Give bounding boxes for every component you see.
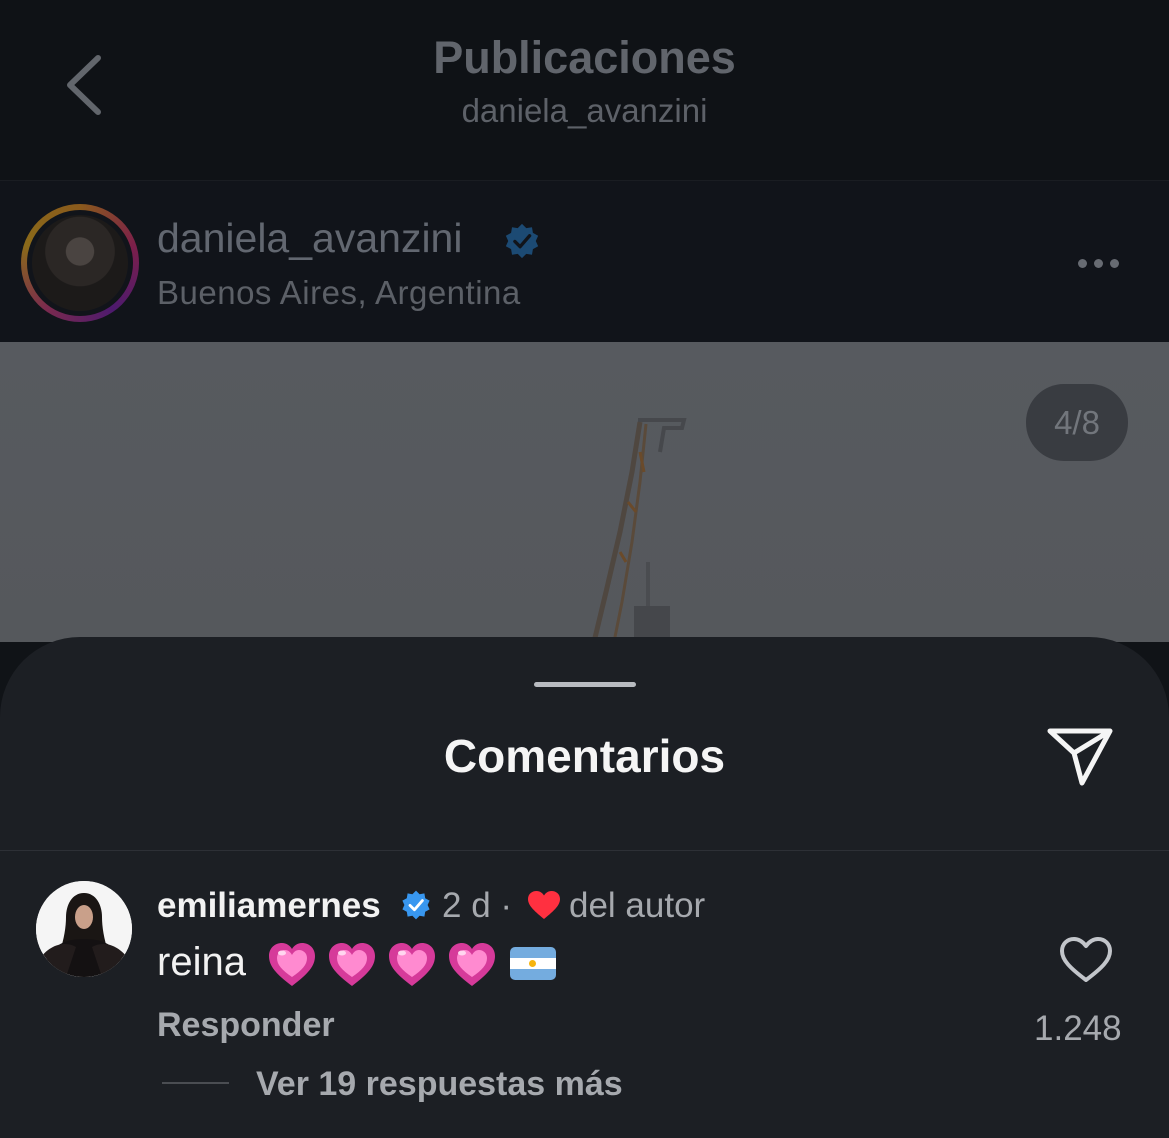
verified-badge-icon xyxy=(505,223,539,259)
author-like-heart-icon xyxy=(528,891,560,919)
more-options-icon[interactable] xyxy=(1078,255,1130,269)
post-username[interactable]: daniela_avanzini xyxy=(157,215,462,262)
pink-heart-icon xyxy=(389,943,435,986)
media-counter: 4/8 xyxy=(1026,384,1128,461)
like-heart-icon[interactable] xyxy=(1058,936,1114,984)
liked-by-author-label: del autor xyxy=(569,886,706,925)
comment-text: reina xyxy=(157,940,246,984)
argentina-flag-icon xyxy=(510,947,556,980)
pink-heart-icon xyxy=(269,943,315,986)
post-location[interactable]: Buenos Aires, Argentina xyxy=(157,274,521,312)
reply-button[interactable]: Responder xyxy=(157,1006,335,1045)
top-bar: Publicaciones daniela_avanzini xyxy=(0,0,1169,181)
story-ring[interactable] xyxy=(21,204,139,322)
commenter-avatar[interactable] xyxy=(36,881,132,977)
view-replies-button[interactable]: Ver 19 respuestas más xyxy=(256,1065,623,1104)
comment-username[interactable]: emiliamernes xyxy=(157,886,381,926)
divider xyxy=(0,850,1169,851)
page-subtitle: daniela_avanzini xyxy=(461,92,708,129)
comment-time: 2 d · xyxy=(442,886,513,925)
comments-sheet: Comentarios emiliamernes 2 d · del autor… xyxy=(0,637,1169,1138)
share-send-icon[interactable] xyxy=(1044,723,1116,789)
pink-heart-icon xyxy=(329,943,375,986)
avatar xyxy=(32,215,128,311)
post-image: 4/8 xyxy=(0,342,1169,642)
pink-heart-icon xyxy=(449,943,495,986)
drag-handle[interactable] xyxy=(534,682,636,687)
like-count: 1.248 xyxy=(1034,1009,1122,1048)
page-title: Publicaciones xyxy=(433,32,736,83)
replies-line xyxy=(162,1082,229,1084)
verified-badge-icon xyxy=(402,890,430,920)
crane-shape xyxy=(591,418,687,642)
post-header: daniela_avanzini Buenos Aires, Argentina xyxy=(0,181,1169,342)
sheet-title: Comentarios xyxy=(443,730,726,782)
